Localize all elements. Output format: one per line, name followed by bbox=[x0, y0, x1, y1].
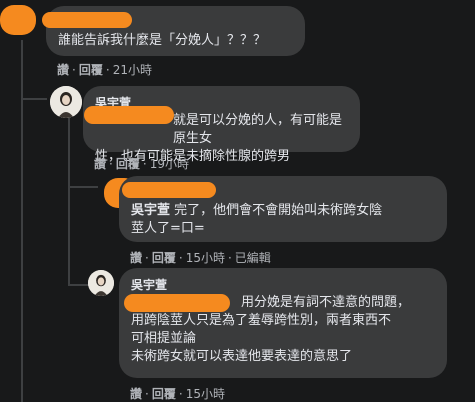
redacted-author-3 bbox=[122, 182, 216, 198]
comment-author[interactable]: 吳宇萱 bbox=[131, 276, 435, 294]
avatar[interactable] bbox=[88, 270, 114, 296]
timestamp[interactable]: 15小時 bbox=[186, 387, 225, 401]
like-button[interactable]: 讚 bbox=[57, 63, 69, 77]
comment-bubble-4: 吳宇萱 用分娩是有詞不達意的問題， 用跨陰莖人只是為了羞辱跨性別，兩者東西不 可… bbox=[119, 268, 447, 378]
comment-actions-1: 讚 · 回覆 · 21小時 bbox=[57, 63, 152, 77]
thread-line-branch-2 bbox=[68, 186, 98, 188]
timestamp[interactable]: 19小時 bbox=[150, 157, 189, 171]
timestamp[interactable]: 21小時 bbox=[113, 63, 152, 77]
edited-label[interactable]: 已編輯 bbox=[235, 251, 271, 265]
redacted-avatar-1 bbox=[0, 5, 36, 35]
thread-line-sub bbox=[68, 116, 70, 286]
redacted-author-1 bbox=[42, 12, 132, 28]
thread-line-branch-1 bbox=[21, 98, 47, 100]
comment-author[interactable]: 吳宇萱 bbox=[131, 203, 170, 218]
comment-text-line: 用跨陰莖人只是為了羞辱跨性別，兩者東西不 bbox=[131, 313, 392, 328]
profile-image bbox=[50, 86, 82, 118]
comment-text-line: 莖人了=口= bbox=[131, 221, 205, 236]
reply-button[interactable]: 回覆 bbox=[152, 251, 176, 265]
comment-text-line: 未術跨女就可以表達他要表達的意思了 bbox=[131, 349, 353, 364]
reply-button[interactable]: 回覆 bbox=[152, 387, 176, 401]
comment-text: 誰能告訴我什麼是「分娩人」？？？ bbox=[58, 33, 267, 48]
comment-text-line: 可相提並論 bbox=[131, 331, 197, 346]
comment-text-line: 吳宇萱 完了，他們會不會開始叫未術跨女陰 bbox=[131, 203, 383, 218]
like-button[interactable]: 讚 bbox=[94, 157, 106, 171]
comment-actions-4: 讚 · 回覆 · 15小時 bbox=[130, 387, 225, 401]
reply-button[interactable]: 回覆 bbox=[116, 157, 140, 171]
comment-actions-3: 讚 · 回覆 · 15小時 · 已編輯 bbox=[130, 251, 271, 265]
profile-image bbox=[88, 270, 114, 296]
like-button[interactable]: 讚 bbox=[130, 387, 142, 401]
comment-actions-2: 讚 · 回覆 · 19小時 bbox=[94, 157, 189, 171]
like-button[interactable]: 讚 bbox=[130, 251, 142, 265]
timestamp[interactable]: 15小時 bbox=[186, 251, 225, 265]
redacted-mention-4 bbox=[124, 294, 230, 312]
reply-button[interactable]: 回覆 bbox=[79, 63, 103, 77]
thread-line-main bbox=[21, 40, 23, 402]
redacted-mention-2 bbox=[84, 106, 174, 124]
avatar[interactable] bbox=[50, 86, 82, 118]
